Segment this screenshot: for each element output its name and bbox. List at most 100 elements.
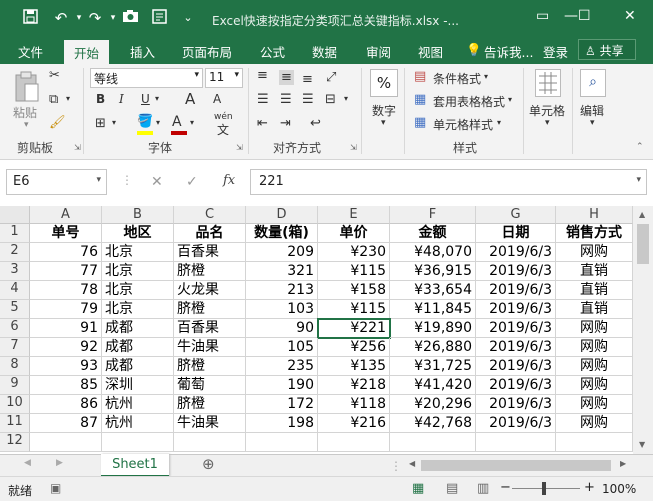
- editing-button[interactable]: 编辑: [580, 102, 604, 119]
- wrap-text-icon[interactable]: ↩: [310, 116, 321, 131]
- table-cell[interactable]: ¥42,768: [390, 414, 476, 433]
- cut-icon[interactable]: ✂: [49, 68, 60, 83]
- zoom-slider[interactable]: [512, 488, 580, 489]
- header-cell[interactable]: 金额: [390, 224, 476, 243]
- table-cell[interactable]: 76: [30, 243, 102, 262]
- tell-me-input[interactable]: 告诉我...: [484, 42, 533, 61]
- table-cell[interactable]: 北京: [102, 281, 174, 300]
- row-header-1[interactable]: 1: [0, 224, 30, 243]
- copy-icon[interactable]: ⧉: [49, 92, 58, 107]
- table-cell[interactable]: 网购: [556, 395, 633, 414]
- paste-dropdown-icon[interactable]: ▾: [24, 120, 29, 130]
- copy-dropdown-icon[interactable]: ▾: [66, 94, 70, 103]
- number-button[interactable]: 数字: [372, 102, 396, 119]
- cells-dropdown-icon[interactable]: ▾: [545, 118, 550, 128]
- underline-button[interactable]: U: [141, 92, 150, 106]
- drag-handle-icon[interactable]: ⋮: [121, 173, 133, 187]
- table-cell[interactable]: 2019/6/3: [476, 319, 556, 338]
- table-cell[interactable]: 87: [30, 414, 102, 433]
- table-cell[interactable]: ¥19,890: [390, 319, 476, 338]
- format-painter-icon[interactable]: 🖌: [49, 115, 66, 130]
- header-cell[interactable]: 数量(箱): [246, 224, 318, 243]
- border-dropdown-icon[interactable]: ▾: [112, 118, 116, 127]
- select-all-corner[interactable]: [0, 206, 30, 224]
- table-cell[interactable]: 209: [246, 243, 318, 262]
- row-header-8[interactable]: 8: [0, 357, 30, 376]
- table-cell[interactable]: 85: [30, 376, 102, 395]
- table-cell[interactable]: ¥26,880: [390, 338, 476, 357]
- font-grow-button[interactable]: A: [185, 90, 195, 108]
- border-icon[interactable]: ⊞: [95, 116, 106, 131]
- table-cell[interactable]: 牛油果: [174, 414, 246, 433]
- table-cell[interactable]: ¥115: [318, 300, 390, 319]
- tab-insert[interactable]: 插入: [130, 42, 155, 61]
- tab-home[interactable]: 开始: [64, 40, 110, 64]
- font-color-dropdown-icon[interactable]: ▾: [190, 118, 194, 127]
- align-top-icon[interactable]: ≡: [257, 68, 268, 83]
- table-cell[interactable]: ¥33,654: [390, 281, 476, 300]
- table-cell[interactable]: 2019/6/3: [476, 414, 556, 433]
- column-header-f[interactable]: F: [390, 206, 476, 224]
- table-cell[interactable]: 2019/6/3: [476, 281, 556, 300]
- align-middle-icon[interactable]: ≡: [279, 70, 294, 85]
- h-scroll-thumb[interactable]: [421, 460, 611, 471]
- table-cell[interactable]: ¥256: [318, 338, 390, 357]
- table-cell[interactable]: 直销: [556, 300, 633, 319]
- table-cell[interactable]: 直销: [556, 262, 633, 281]
- column-header-b[interactable]: B: [102, 206, 174, 224]
- enter-icon[interactable]: ✓: [186, 174, 198, 190]
- bold-button[interactable]: B: [96, 92, 105, 106]
- table-cell[interactable]: 北京: [102, 243, 174, 262]
- splitter-icon[interactable]: ⋮: [390, 459, 402, 473]
- zoom-slider-thumb[interactable]: [542, 482, 546, 495]
- scroll-thumb[interactable]: [637, 224, 649, 264]
- table-cell[interactable]: ¥216: [318, 414, 390, 433]
- zoom-level[interactable]: 100%: [602, 482, 636, 496]
- vertical-scrollbar[interactable]: ▲ ▼: [633, 206, 653, 454]
- share-button[interactable]: ♙ 共享: [578, 39, 636, 60]
- empty-cell[interactable]: [174, 433, 246, 452]
- empty-cell[interactable]: [246, 433, 318, 452]
- header-cell[interactable]: 单价: [318, 224, 390, 243]
- table-cell[interactable]: 77: [30, 262, 102, 281]
- row-header-6[interactable]: 6: [0, 319, 30, 338]
- table-cell[interactable]: 百香果: [174, 243, 246, 262]
- table-cell[interactable]: 2019/6/3: [476, 395, 556, 414]
- cells-button[interactable]: 单元格: [529, 102, 565, 119]
- cancel-icon[interactable]: ✕: [151, 174, 163, 190]
- header-cell[interactable]: 销售方式: [556, 224, 633, 243]
- cell-style-icon[interactable]: ▦: [414, 115, 426, 130]
- ribbon-display-icon[interactable]: ▭: [536, 8, 549, 24]
- merge-dropdown-icon[interactable]: ▾: [344, 94, 348, 103]
- align-right-icon[interactable]: ☰: [302, 92, 314, 107]
- login-link[interactable]: 登录: [543, 42, 568, 61]
- table-cell[interactable]: 190: [246, 376, 318, 395]
- fill-dropdown-icon[interactable]: ▾: [156, 118, 160, 127]
- tab-formulas[interactable]: 公式: [260, 42, 285, 61]
- column-header-d[interactable]: D: [246, 206, 318, 224]
- table-cell[interactable]: ¥118: [318, 395, 390, 414]
- zoom-in-button[interactable]: +: [584, 480, 595, 495]
- merge-center-icon[interactable]: ⊟: [325, 92, 336, 107]
- column-header-a[interactable]: A: [30, 206, 102, 224]
- scroll-down-icon[interactable]: ▼: [639, 440, 645, 449]
- header-cell[interactable]: 单号: [30, 224, 102, 243]
- search-icon[interactable]: ⌕: [580, 69, 606, 97]
- header-cell[interactable]: 日期: [476, 224, 556, 243]
- table-cell[interactable]: 脐橙: [174, 357, 246, 376]
- row-header-4[interactable]: 4: [0, 281, 30, 300]
- table-cell[interactable]: 网购: [556, 357, 633, 376]
- table-cell[interactable]: 网购: [556, 319, 633, 338]
- cells-icon[interactable]: [535, 69, 561, 97]
- paste-button[interactable]: 粘贴: [13, 104, 37, 121]
- table-cell[interactable]: 78: [30, 281, 102, 300]
- font-shrink-button[interactable]: A: [213, 92, 221, 106]
- row-header-5[interactable]: 5: [0, 300, 30, 319]
- row-header-10[interactable]: 10: [0, 395, 30, 414]
- tab-review[interactable]: 审阅: [366, 42, 391, 61]
- table-cell[interactable]: 脐橙: [174, 395, 246, 414]
- empty-cell[interactable]: [30, 433, 102, 452]
- header-cell[interactable]: 品名: [174, 224, 246, 243]
- next-sheet-icon[interactable]: ▶: [56, 458, 63, 468]
- increase-indent-icon[interactable]: ⇥: [280, 116, 291, 131]
